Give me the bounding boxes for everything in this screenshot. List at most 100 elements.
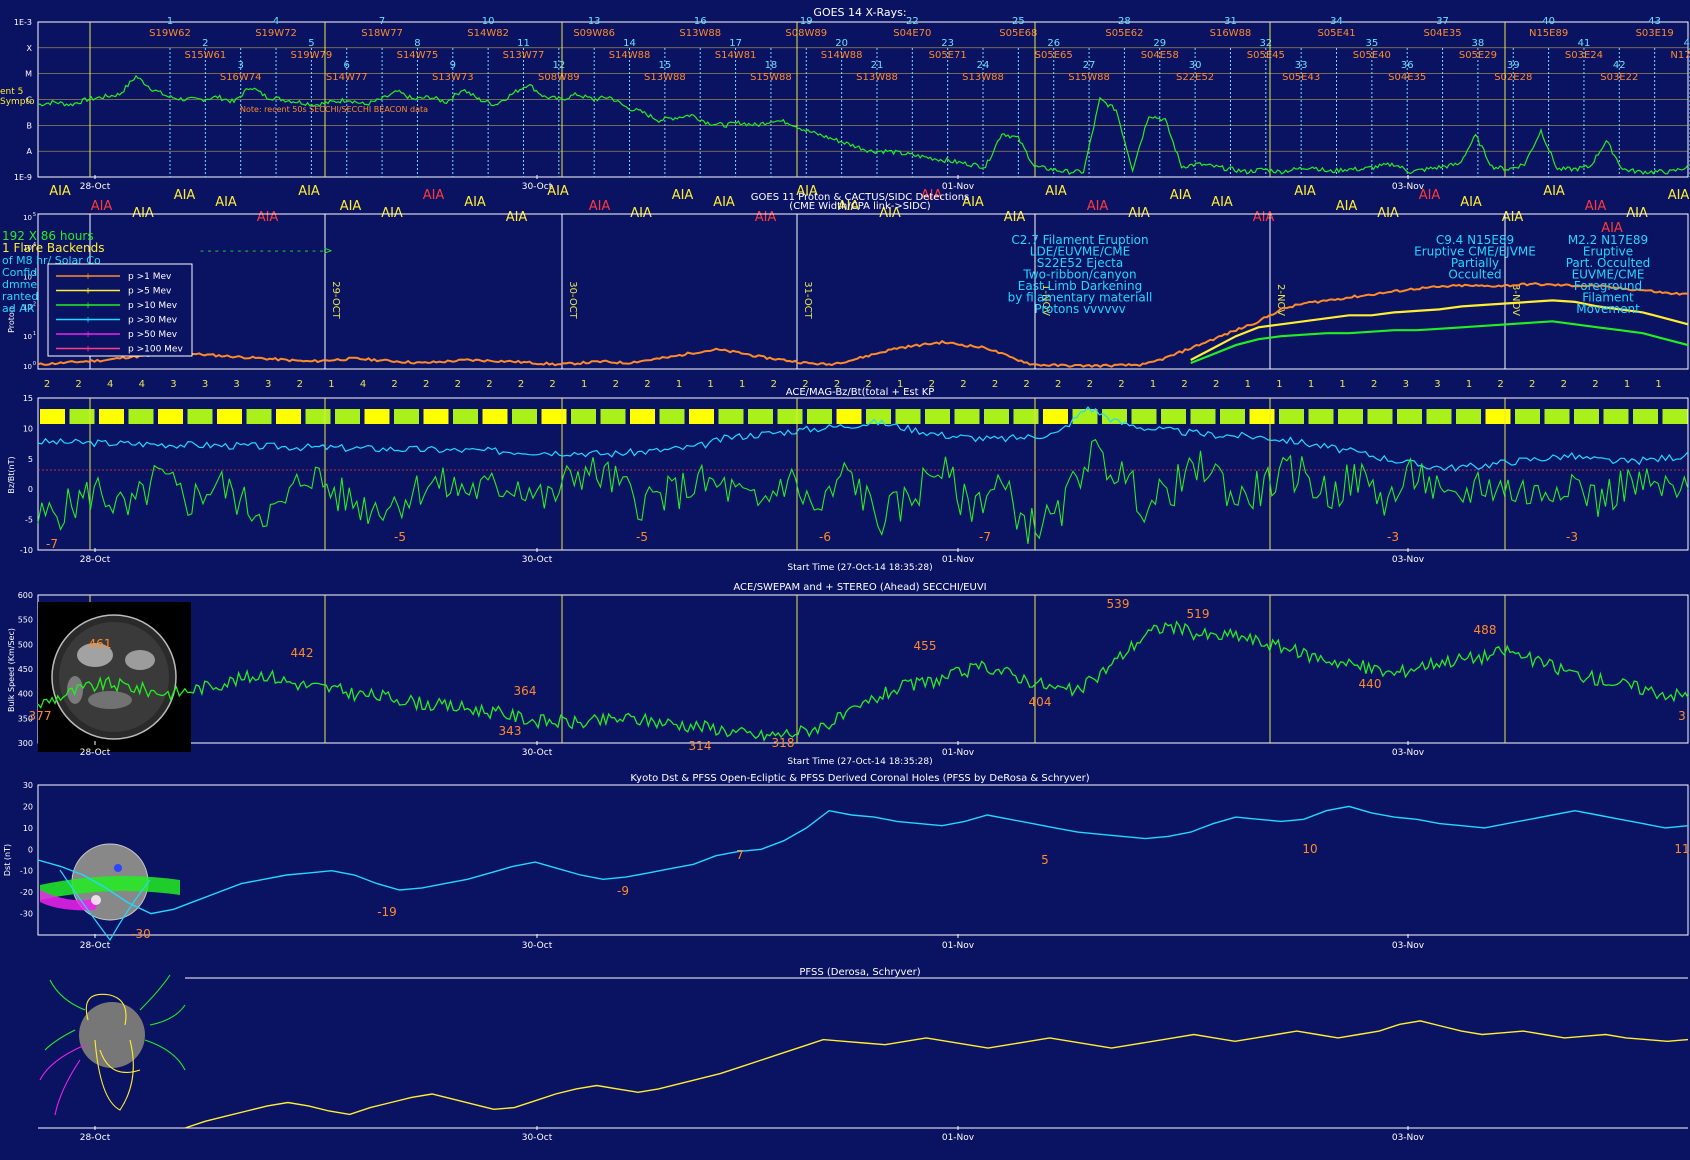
aia-label: AIA — [464, 195, 486, 210]
flare-event-number: 34 — [1330, 16, 1343, 27]
dst-value-label: 10 — [1302, 842, 1317, 856]
speed-value-label: 440 — [1359, 677, 1382, 691]
flare-event-location: S14W77 — [326, 72, 368, 83]
legend-label: p >5 Mev — [128, 287, 172, 297]
kp-number: 2 — [992, 379, 998, 390]
aia-label: AIA — [1601, 221, 1623, 236]
dst-value-label: -19 — [377, 905, 397, 919]
flare-event-location: S02E28 — [1494, 72, 1532, 83]
euvi-sun-image — [38, 602, 191, 752]
ace-mag-y-tick-label: 15 — [23, 394, 33, 403]
legend-swatch-marker: + — [84, 345, 92, 355]
kp-bar — [99, 409, 124, 424]
speed-value-label: 539 — [1107, 597, 1130, 611]
kp-number: 1 — [1150, 379, 1156, 390]
dst-value-label: -9 — [617, 884, 629, 898]
flare-event-location: S15W61 — [185, 50, 227, 61]
legend-swatch-marker: + — [84, 272, 92, 282]
legend-swatch-marker: + — [84, 287, 92, 297]
kp-number: 2 — [486, 379, 492, 390]
kp-bar — [394, 409, 419, 424]
kp-number: 3 — [170, 379, 176, 390]
goes-y-tick-label: B — [27, 121, 33, 130]
date-tick-label: 03-Nov — [1392, 748, 1425, 758]
speed-value-label: 404 — [1029, 695, 1052, 709]
legend-label: p >30 Mev — [128, 316, 178, 326]
kp-bar — [1633, 409, 1658, 424]
aia-label: AIA — [1045, 184, 1067, 199]
aia-label: AIA — [340, 199, 362, 214]
ace-mag-y-tick-label: -5 — [25, 516, 33, 525]
goes-y-tick-label: A — [27, 147, 33, 156]
kp-number: 4 — [107, 379, 113, 390]
flare-event-location: S05E29 — [1459, 50, 1497, 61]
flare-event-number: 43 — [1648, 16, 1661, 27]
flare-event-location: S05E43 — [1282, 72, 1320, 83]
kp-bar — [1249, 409, 1275, 424]
flare-event-location: S14W75 — [397, 50, 439, 61]
dst-value-label: 7 — [736, 848, 744, 862]
flare-event-location: S03E22 — [1600, 72, 1638, 83]
kp-number: 2 — [44, 379, 50, 390]
kp-bar — [1367, 409, 1393, 424]
kp-bar — [217, 409, 242, 424]
kp-bar — [1308, 409, 1334, 424]
legend-label: p >1 Mev — [128, 272, 172, 282]
legend-swatch-marker: + — [84, 330, 92, 340]
kp-bar — [1220, 409, 1245, 424]
proton-day-label: 3-NOV — [1510, 284, 1521, 316]
kp-number: 2 — [1561, 379, 1567, 390]
swepam-title: ACE/SWEPAM and + STEREO (Ahead) SECCHI/E… — [733, 582, 986, 593]
aia-label: AIA — [298, 184, 320, 199]
flare-event-number: 27 — [1083, 60, 1096, 71]
flare-event-number: 9 — [450, 60, 456, 71]
flare-event-location: S19W79 — [291, 50, 333, 61]
kp-number: 1 — [676, 379, 682, 390]
date-tick-label: 28-Oct — [80, 555, 111, 565]
swepam-y-tick-label: 500 — [18, 640, 33, 649]
kp-number: 2 — [1592, 379, 1598, 390]
aia-label: AIA — [1668, 188, 1690, 203]
aia-label: AIA — [1170, 188, 1192, 203]
bz-min-label: -3 — [1387, 530, 1399, 544]
flare-event-number: 37 — [1436, 16, 1449, 27]
legend-label: p >50 Mev — [128, 330, 178, 340]
aia-label: AIA — [1087, 199, 1109, 214]
dst-y-tick-label: 10 — [23, 824, 33, 833]
date-tick-label: 01-Nov — [942, 748, 975, 758]
flare-event-location: S05E65 — [1035, 50, 1073, 61]
kp-bar — [1043, 409, 1068, 424]
flare-event-location: S14W88 — [609, 50, 651, 61]
flare-event-number: 33 — [1295, 60, 1308, 71]
flare-event-number: 26 — [1047, 38, 1060, 49]
kp-number: 2 — [1529, 379, 1535, 390]
kp-number: 3 — [202, 379, 208, 390]
flare-event-number: 13 — [588, 16, 601, 27]
proton-day-label: 31-OCT — [802, 281, 813, 319]
bz-min-label: -5 — [636, 530, 648, 544]
flare-event-number: 4 — [273, 16, 279, 27]
flare-event-location: S09W86 — [573, 28, 615, 39]
kp-bar — [1603, 409, 1629, 424]
dst-value-label: -30 — [131, 927, 151, 941]
aia-label: AIA — [1585, 199, 1607, 214]
swepam-y-tick-label: 550 — [18, 616, 33, 625]
flare-event-number: 21 — [871, 60, 884, 71]
aia-label: AIA — [506, 210, 528, 225]
flare-event-number: 14 — [623, 38, 636, 49]
proton-annotation-line: Protons vvvvvv — [1034, 302, 1125, 316]
proton-day-label: 30-OCT — [567, 281, 578, 319]
flare-event-number: 20 — [835, 38, 848, 49]
flare-event-location: S05E45 — [1247, 50, 1285, 61]
kp-bar — [1662, 409, 1688, 424]
aia-label: AIA — [1253, 210, 1275, 225]
flare-event-number: 17 — [729, 38, 742, 49]
proton-y-tick-label: 10 — [23, 363, 32, 371]
ace-mag-xlabel: Start Time (27-Oct-14 18:35:28) — [787, 563, 932, 573]
kp-bar — [925, 409, 950, 424]
kp-number: 1 — [1339, 379, 1345, 390]
bz-min-label: -3 — [1566, 530, 1578, 544]
kp-bar — [246, 409, 272, 424]
ace-mag-y-tick-label: -10 — [20, 546, 33, 555]
kp-number: 1 — [1655, 379, 1661, 390]
